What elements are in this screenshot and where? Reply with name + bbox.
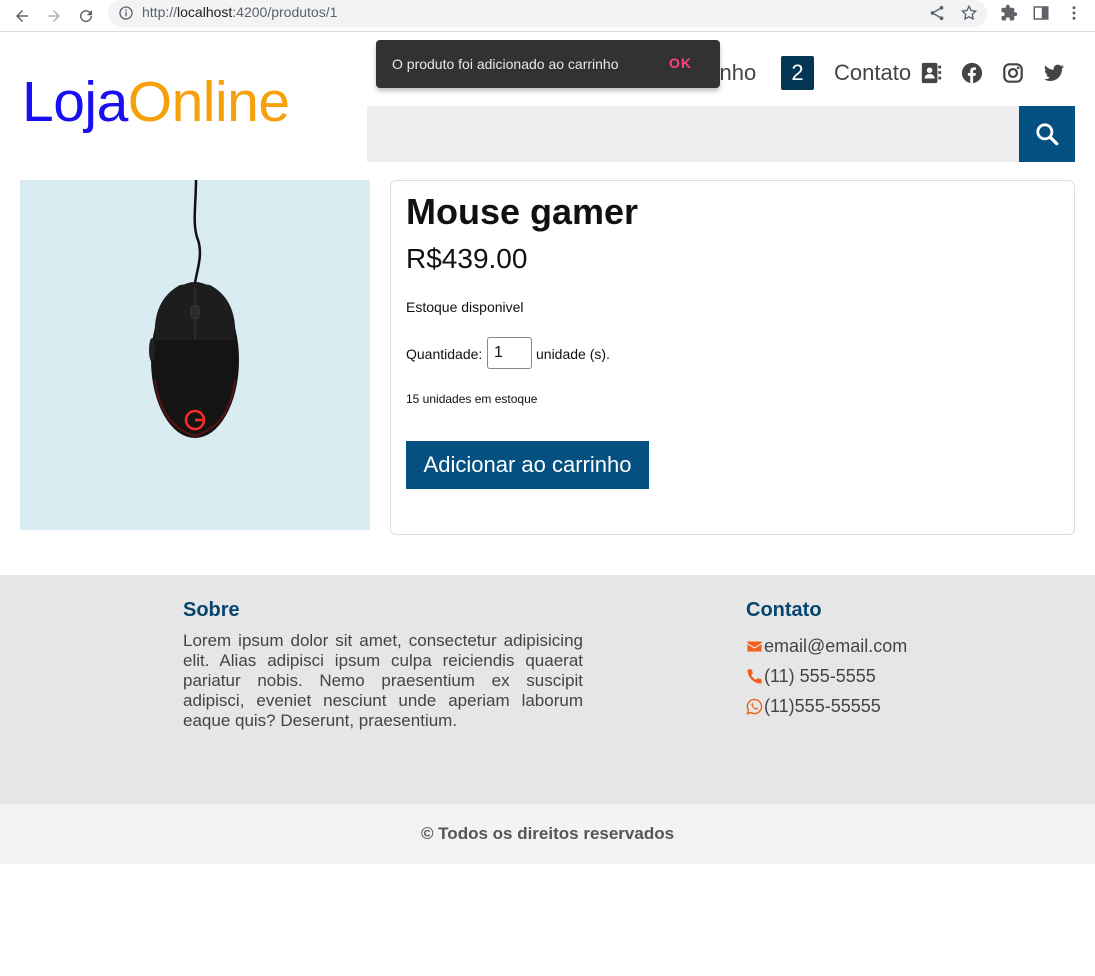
- url-path: :4200/produtos/1: [232, 4, 338, 20]
- whatsapp-icon: [746, 698, 763, 715]
- product-details-card: Mouse gamer R$439.00 Estoque disponivel …: [390, 180, 1075, 535]
- mouse-image: [149, 180, 239, 438]
- footer-phone[interactable]: (11) 555-5555: [746, 666, 876, 687]
- address-book-icon[interactable]: [920, 62, 942, 84]
- nav-contact-link[interactable]: Contato: [834, 60, 911, 86]
- product-price: R$439.00: [406, 243, 528, 274]
- envelope-icon: [747, 641, 762, 652]
- star-icon[interactable]: [960, 4, 978, 22]
- stock-status: Estoque disponivel: [406, 299, 524, 315]
- quantity-unit-label: unidade (s).: [536, 346, 610, 362]
- arrow-right-icon: [48, 10, 60, 22]
- footer-whatsapp-text: (11)555-55555: [764, 696, 881, 716]
- search-icon: [1036, 123, 1059, 146]
- footer-about-title: Sobre: [183, 599, 240, 621]
- info-icon[interactable]: [118, 5, 134, 21]
- add-to-cart-button[interactable]: Adicionar ao carrinho: [406, 441, 649, 489]
- arrow-left-icon: [16, 10, 28, 22]
- reload-button[interactable]: [73, 3, 99, 29]
- snackbar-notification: O produto foi adicionado ao carrinho OK: [376, 40, 720, 88]
- copyright-bar: © Todos os direitos reservados: [0, 804, 1095, 864]
- instagram-icon[interactable]: [1002, 62, 1024, 84]
- url-text: http://localhost:4200/produtos/1: [142, 4, 337, 20]
- side-panel-icon[interactable]: [1032, 4, 1050, 22]
- url-host: localhost: [177, 4, 233, 20]
- browser-toolbar: http://localhost:4200/produtos/1: [0, 0, 1095, 32]
- product-title: Mouse gamer: [406, 191, 639, 232]
- kebab-menu-icon[interactable]: [1065, 4, 1083, 22]
- facebook-icon[interactable]: [961, 62, 983, 84]
- snackbar-message: O produto foi adicionado ao carrinho: [392, 56, 619, 72]
- reload-icon: [80, 10, 93, 23]
- units-in-stock: 15 unidades em estoque: [406, 392, 538, 406]
- back-button[interactable]: [9, 3, 35, 29]
- cart-count-badge[interactable]: 2: [781, 56, 814, 90]
- copyright-text: © Todos os direitos reservados: [420, 824, 675, 843]
- product-image: [20, 180, 370, 530]
- footer-whatsapp[interactable]: (11)555-55555: [746, 696, 881, 717]
- puzzle-icon[interactable]: [1000, 4, 1018, 22]
- footer-phone-text: (11) 555-5555: [764, 666, 876, 686]
- footer-about-text: Lorem ipsum dolor sit amet, consectetur …: [183, 631, 583, 730]
- snackbar-ok-button[interactable]: OK: [669, 55, 692, 71]
- twitter-icon[interactable]: [1043, 62, 1065, 84]
- logo-part-online: Online: [127, 70, 290, 134]
- forward-button[interactable]: [41, 3, 67, 29]
- site-footer: Sobre Lorem ipsum dolor sit amet, consec…: [0, 575, 1095, 804]
- url-scheme: http://: [142, 4, 178, 20]
- site-logo[interactable]: LojaOnline: [22, 70, 290, 134]
- search-input[interactable]: [367, 106, 1019, 162]
- footer-contact-title: Contato: [746, 599, 822, 621]
- share-icon[interactable]: [928, 4, 946, 22]
- phone-icon: [747, 669, 762, 684]
- quantity-label: Quantidade:: [406, 346, 483, 362]
- logo-part-loja: Loja: [22, 70, 128, 134]
- footer-email[interactable]: email@email.com: [746, 636, 907, 657]
- search-button[interactable]: [1019, 106, 1075, 162]
- quantity-input[interactable]: [487, 337, 532, 369]
- address-bar[interactable]: http://localhost:4200/produtos/1: [108, 0, 987, 27]
- footer-email-text: email@email.com: [764, 636, 908, 656]
